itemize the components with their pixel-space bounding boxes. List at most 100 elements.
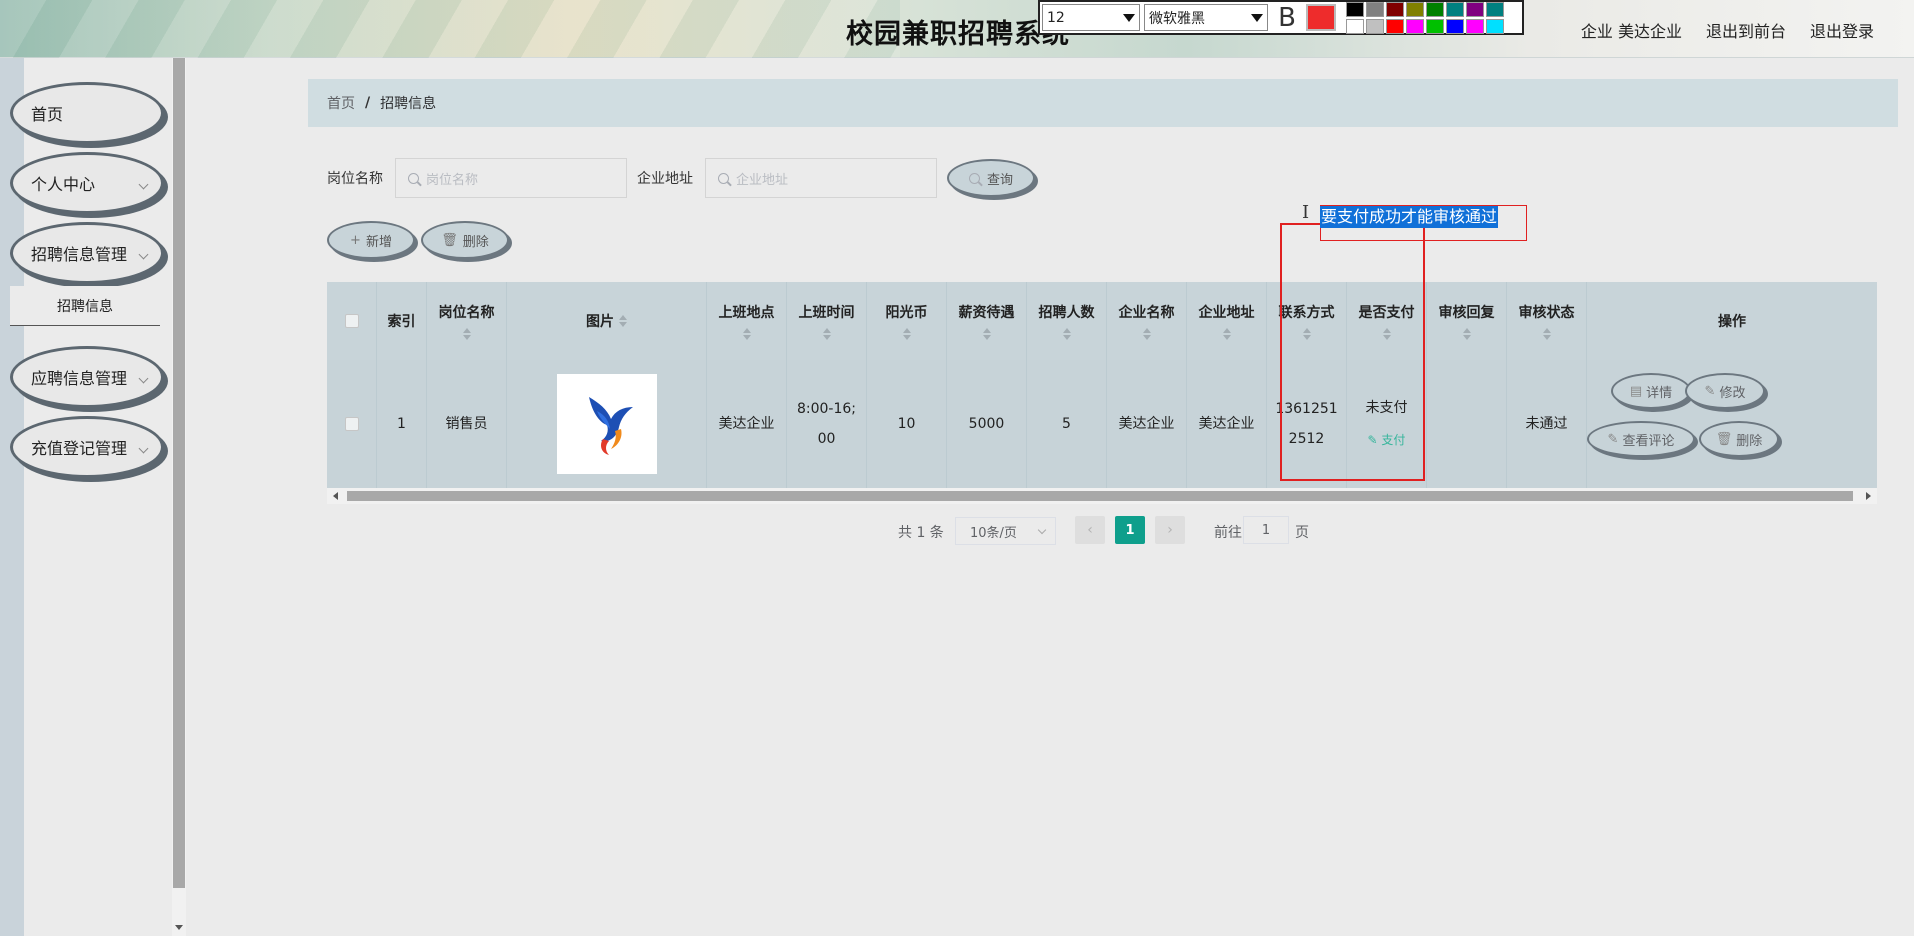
edit-button[interactable]: ✎ 修改 [1685,373,1765,409]
search-icon [408,172,419,184]
edit-icon: ✎ [1367,433,1382,447]
phone-line: 2512 [1288,431,1325,447]
column-header-pay-status[interactable]: 是否支付 [1347,282,1427,360]
exit-to-front-link[interactable]: 退出到前台 [1706,18,1786,42]
cell-contact: 1361251 2512 [1267,360,1347,488]
detail-button[interactable]: ▤ 详情 [1611,373,1691,409]
palette-swatch[interactable] [1386,1,1404,17]
page-size-select[interactable]: 10条/页 [955,517,1056,545]
column-header-label: 是否支付 [1358,305,1415,321]
job-name-input[interactable]: 岗位名称 [395,158,627,198]
breadcrumb-home[interactable]: 首页 [327,93,355,113]
sort-icon[interactable] [1382,328,1391,340]
sort-icon[interactable] [1222,328,1231,340]
page-number-current[interactable]: 1 [1115,516,1145,544]
sidebar-item-application-management[interactable]: 应聘信息管理 [10,346,164,408]
column-header-audit-status[interactable]: 审核状态 [1507,282,1587,360]
table-horizontal-scrollbar[interactable] [327,488,1877,504]
sort-icon[interactable] [1302,328,1311,340]
column-header-work-location[interactable]: 上班地点 [707,282,787,360]
chevron-down-icon [138,249,149,260]
row-delete-button[interactable]: 🗑 删除 [1699,421,1779,457]
sort-icon[interactable] [902,328,911,340]
palette-swatch[interactable] [1446,1,1464,17]
sidebar-item-recharge-management[interactable]: 充值登记管理 [10,416,164,478]
palette-swatch[interactable] [1386,18,1404,34]
batch-delete-button[interactable]: 🗑 删除 [421,221,509,259]
sidebar-item-personal-center[interactable]: 个人中心 [10,152,164,214]
column-header-work-time[interactable]: 上班时间 [787,282,867,360]
job-name-placeholder: 岗位名称 [426,172,479,188]
add-button-label: 新增 [365,234,392,250]
sort-icon[interactable] [1542,328,1551,340]
sidebar-scrollbar[interactable] [172,58,186,936]
palette-swatch[interactable] [1486,1,1504,17]
sort-icon[interactable] [1062,328,1071,340]
pay-button-label: 支付 [1381,433,1406,447]
sort-icon[interactable] [619,315,627,327]
sidebar-item-recruitment-management[interactable]: 招聘信息管理 [10,222,164,284]
palette-swatch[interactable] [1466,1,1484,17]
plus-icon: + [350,232,361,248]
bold-button[interactable]: B [1272,3,1302,33]
query-button[interactable]: 查询 [947,159,1035,197]
sidebar-item-label: 首页 [31,105,64,124]
column-header-audit-reply[interactable]: 审核回复 [1427,282,1507,360]
column-header-sunshine-coins[interactable]: 阳光币 [867,282,947,360]
sort-icon[interactable] [742,328,751,340]
palette-swatch[interactable] [1426,18,1444,34]
palette-swatch[interactable] [1406,1,1424,17]
prev-page-button[interactable]: ‹ [1075,516,1105,544]
scrollbar-thumb[interactable] [173,58,185,888]
palette-swatch[interactable] [1466,18,1484,34]
logout-link[interactable]: 退出登录 [1810,18,1874,42]
palette-swatch[interactable] [1346,1,1364,17]
palette-swatch[interactable] [1446,18,1464,34]
chevron-left-icon: ‹ [1087,522,1093,538]
column-header-contact[interactable]: 联系方式 [1267,282,1347,360]
scrollbar-thumb[interactable] [347,491,1853,501]
next-page-button[interactable]: › [1155,516,1185,544]
sort-icon[interactable] [1462,328,1471,340]
palette-swatch[interactable] [1406,18,1424,34]
column-header-image[interactable]: 图片 [507,282,707,360]
edit-button-label: 修改 [1719,385,1746,401]
company-address-input[interactable]: 企业地址 [705,158,937,198]
font-size-select[interactable]: 12 [1042,4,1140,31]
sort-icon[interactable] [462,328,471,340]
view-comments-button[interactable]: ✎ 查看评论 [1587,421,1695,457]
column-header-company-name[interactable]: 企业名称 [1107,282,1187,360]
page-size-value: 10条/页 [970,525,1017,541]
annotation-note[interactable]: 要支付成功才能审核通过 [1320,206,1499,228]
select-all-checkbox[interactable] [344,314,359,328]
breadcrumb-separator: / [365,95,371,111]
font-family-select[interactable]: 微软雅黑 [1144,4,1268,31]
palette-swatch[interactable] [1366,1,1384,17]
palette-swatch[interactable] [1346,18,1364,34]
scroll-left-arrow-icon[interactable] [333,492,338,500]
color-palette [1346,1,1504,34]
scroll-down-arrow-icon[interactable] [175,925,183,930]
row-checkbox[interactable] [344,417,359,431]
column-header-company-address[interactable]: 企业地址 [1187,282,1267,360]
palette-swatch[interactable] [1366,18,1384,34]
add-button[interactable]: + 新增 [327,221,415,259]
sidebar-item-home[interactable]: 首页 [10,82,164,144]
scroll-right-arrow-icon[interactable] [1866,492,1871,500]
palette-swatch[interactable] [1486,18,1504,34]
sidebar-subitem-recruitment-info[interactable]: 招聘信息 [10,286,160,326]
current-color-swatch[interactable] [1306,4,1336,31]
column-header-job-name[interactable]: 岗位名称 [427,282,507,360]
job-image[interactable] [556,374,657,474]
goto-page-input[interactable]: 1 [1243,516,1289,544]
sidebar-item-label: 应聘信息管理 [31,369,128,388]
sort-icon[interactable] [1142,328,1151,340]
sort-icon[interactable] [822,328,831,340]
header-bar: 校园兼职招聘系统 企业 美达企业 退出到前台 退出登录 [0,0,1914,58]
column-header-salary[interactable]: 薪资待遇 [947,282,1027,360]
column-header-headcount[interactable]: 招聘人数 [1027,282,1107,360]
text-cursor-icon: I [1302,202,1310,223]
sort-icon[interactable] [982,328,991,340]
palette-swatch[interactable] [1426,1,1444,17]
pay-button[interactable]: ✎ 支付 [1368,425,1406,455]
